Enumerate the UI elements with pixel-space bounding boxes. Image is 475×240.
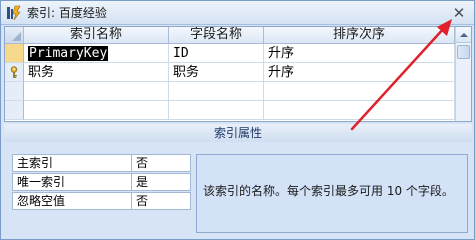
table-row-sort-order[interactable]: 升序 (264, 63, 455, 82)
lightning-bolt-icon (7, 5, 21, 21)
index-properties-panel: 主索引 否 唯一索引 是 忽略空值 否 该索引的名称。每个索引最多可用 10 个… (4, 144, 472, 238)
property-row-primary[interactable]: 主索引 否 (12, 154, 191, 172)
table-row-index-name[interactable] (24, 82, 169, 101)
column-header-index-name[interactable]: 索引名称 (24, 27, 169, 44)
property-hint-text: 该索引的名称。每个索引最多可用 10 个字段。 (203, 184, 454, 198)
property-value-field[interactable]: 是 (132, 173, 191, 191)
table-row-sort-order[interactable]: 升序 (264, 44, 455, 63)
title-bar[interactable]: 索引: 百度经验 ✕ (1, 1, 474, 25)
scroll-thumb[interactable] (457, 45, 470, 59)
property-row-unique[interactable]: 唯一索引 是 (12, 173, 191, 191)
table-row-index-name[interactable]: 职务 (24, 63, 169, 82)
property-value-field[interactable]: 否 (132, 154, 191, 172)
table-row-sort-order[interactable] (264, 101, 455, 120)
property-row-ignore-nulls[interactable]: 忽略空值 否 (12, 192, 191, 210)
property-label: 忽略空值 (12, 192, 132, 210)
table-row-field-name[interactable] (169, 82, 264, 101)
row-selector[interactable] (5, 101, 24, 120)
scroll-up-arrow-icon[interactable] (456, 27, 471, 43)
window-title: 索引: 百度经验 (27, 6, 107, 20)
key-icon (10, 66, 18, 78)
table-row-index-name[interactable] (24, 101, 169, 120)
property-value-field[interactable]: 否 (132, 192, 191, 210)
close-button[interactable]: ✕ (450, 4, 468, 22)
property-label: 唯一索引 (12, 173, 132, 191)
table-row-field-name[interactable]: ID (169, 44, 264, 63)
table-row-field-name[interactable] (169, 101, 264, 120)
table-row-index-name[interactable]: PrimaryKey (24, 44, 169, 63)
index-properties-header: 索引属性 (4, 124, 472, 142)
column-header-field-name[interactable]: 字段名称 (169, 27, 264, 44)
table-row-sort-order[interactable] (264, 82, 455, 101)
property-label: 主索引 (12, 154, 132, 172)
selected-text: PrimaryKey (28, 46, 109, 61)
close-icon: ✕ (452, 4, 466, 22)
index-dialog-window: 索引: 百度经验 ✕ 索引名称 字段名称 排序次序 PrimaryKey ID … (0, 0, 475, 240)
row-selector-current[interactable] (5, 44, 24, 63)
row-selector[interactable] (5, 63, 24, 82)
vertical-scrollbar[interactable] (455, 27, 471, 121)
select-all-corner[interactable] (5, 27, 24, 44)
row-selector[interactable] (5, 82, 24, 101)
index-grid[interactable]: 索引名称 字段名称 排序次序 PrimaryKey ID 升序 职务 职务 升序 (4, 26, 472, 122)
property-hint-box: 该索引的名称。每个索引最多可用 10 个字段。 (196, 154, 468, 233)
column-header-sort-order[interactable]: 排序次序 (264, 27, 455, 44)
table-row-field-name[interactable]: 职务 (169, 63, 264, 82)
